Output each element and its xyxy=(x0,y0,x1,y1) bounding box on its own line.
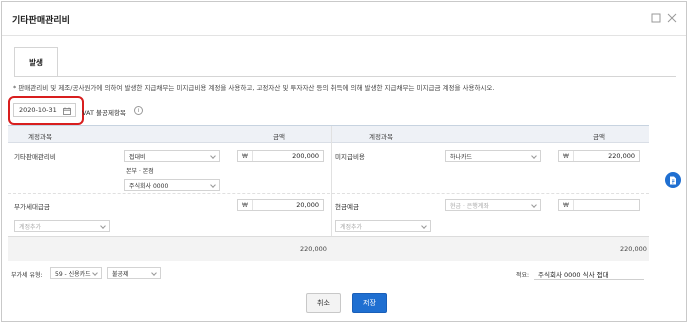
row-divider xyxy=(8,193,649,194)
chevron-down-icon xyxy=(421,223,427,229)
dept-select[interactable]: 주식회사 0000 xyxy=(124,179,220,191)
currency-icon: ₩ xyxy=(238,200,253,210)
select-value: 하나카드 xyxy=(450,153,473,161)
header-left-account: 계정과목 xyxy=(28,133,52,141)
left-amount-2-field[interactable]: ₩ 20,000 xyxy=(237,199,324,211)
tab-divider xyxy=(14,76,676,77)
chevron-down-icon xyxy=(531,202,537,208)
vat-type-label: 부가세 유형: xyxy=(11,272,43,279)
select-value: 59 - 신용카드 xyxy=(55,270,91,278)
chevron-down-icon xyxy=(531,153,537,159)
chevron-down-icon xyxy=(210,153,216,159)
memo-input[interactable]: 주식회사 0000 식사 접대 xyxy=(534,267,644,280)
dialog: 기타판매관리비 발생 * 판매관리비 및 제조/공사원가에 의하여 발생한 지급… xyxy=(1,1,687,322)
vat-type-select[interactable]: 59 - 신용카드 xyxy=(50,267,102,279)
date-highlight-box xyxy=(8,96,84,125)
select-placeholder: 계정추가 xyxy=(19,223,42,231)
select-value: 주식회사 0000 xyxy=(129,182,169,190)
left-total: 220,000 xyxy=(300,245,327,253)
amount-value: 220,000 xyxy=(608,152,635,160)
cancel-button[interactable]: 취소 xyxy=(306,293,341,313)
total-row: 220,000 220,000 xyxy=(8,236,649,261)
chevron-down-icon xyxy=(151,270,157,276)
left-amount-1-field[interactable]: ₩ 200,000 xyxy=(237,150,324,162)
tab-occurrence[interactable]: 발생 xyxy=(14,47,58,77)
select-value: 접대비 xyxy=(129,153,146,161)
select-placeholder: 현금 · 은행계좌 xyxy=(450,202,489,210)
table-header: 계정과목 금액 계정과목 금액 xyxy=(8,126,649,143)
right-account-1: 미지급비용 xyxy=(335,153,365,161)
bank-account-select[interactable]: 현금 · 은행계좌 xyxy=(445,199,541,211)
amount-value: 200,000 xyxy=(292,152,319,160)
select-placeholder: 계정추가 xyxy=(340,223,363,231)
save-button[interactable]: 저장 xyxy=(352,293,387,313)
left-account-1: 기타판매관리비 xyxy=(14,153,56,161)
dept-label: 본부 · 본점 xyxy=(126,168,154,175)
attachment-icon[interactable] xyxy=(665,172,681,188)
amount-value: 20,000 xyxy=(296,201,319,209)
left-add-account-select[interactable]: 계정추가 xyxy=(14,220,110,232)
right-total: 220,000 xyxy=(620,245,647,253)
chevron-down-icon xyxy=(92,270,98,276)
chevron-down-icon xyxy=(100,223,106,229)
chevron-down-icon xyxy=(210,182,216,188)
tab-label: 발생 xyxy=(29,57,43,67)
close-icon[interactable] xyxy=(665,11,679,25)
card-select[interactable]: 하나카드 xyxy=(445,150,541,162)
header-right-account: 계정과목 xyxy=(369,133,393,141)
right-account-2: 현금예금 xyxy=(335,203,359,211)
select-value: 불공제 xyxy=(112,270,129,278)
vat-exempt-label: VAT 불공제항목 xyxy=(82,109,126,117)
currency-icon: ₩ xyxy=(559,151,574,161)
left-account-2: 부가세대급금 xyxy=(14,203,50,211)
journal-table: 계정과목 금액 계정과목 금액 기타판매관리비 접대비 ₩ 200,000 본부… xyxy=(8,125,649,261)
maximize-icon[interactable] xyxy=(649,11,663,25)
memo-label: 적요: xyxy=(516,272,530,279)
currency-icon: ₩ xyxy=(238,151,253,161)
right-amount-2-field[interactable]: ₩ xyxy=(558,199,640,211)
title-bar: 기타판매관리비 xyxy=(2,2,686,36)
currency-icon: ₩ xyxy=(559,200,574,210)
header-left-amount: 금액 xyxy=(273,133,285,141)
dialog-title: 기타판매관리비 xyxy=(12,16,70,26)
right-amount-1-field[interactable]: ₩ 220,000 xyxy=(558,150,640,162)
deduct-select[interactable]: 불공제 xyxy=(107,267,161,279)
info-icon[interactable]: i xyxy=(134,106,143,115)
expense-type-select[interactable]: 접대비 xyxy=(124,150,220,162)
right-add-account-select[interactable]: 계정추가 xyxy=(335,220,431,232)
header-right-amount: 금액 xyxy=(593,133,605,141)
notice-text: * 판매관리비 및 제조/공사원가에 의하여 발생한 지급채무는 미지급비용 계… xyxy=(13,84,495,92)
